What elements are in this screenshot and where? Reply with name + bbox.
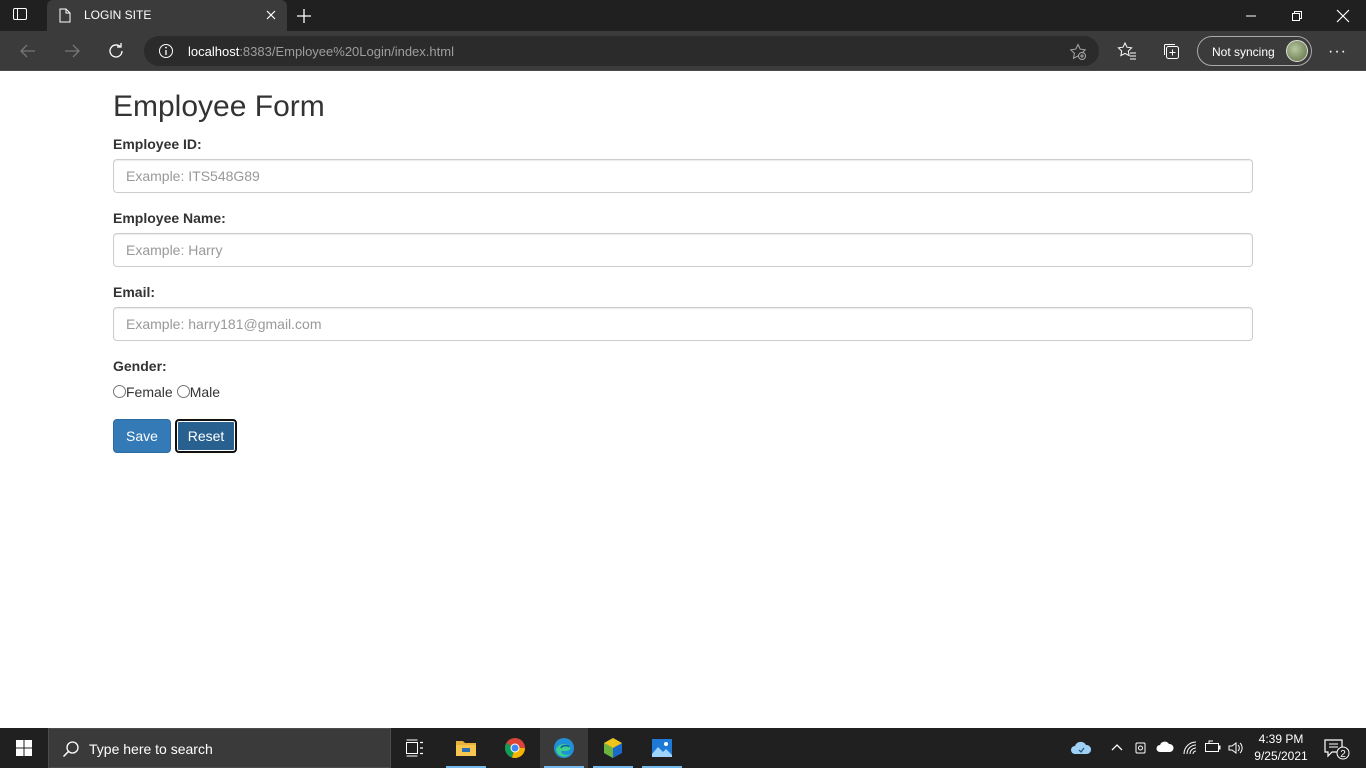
windows-start-icon[interactable]	[0, 728, 48, 768]
email-input[interactable]	[113, 307, 1253, 341]
female-radio-label: Female	[126, 384, 173, 400]
employee-name-label: Employee Name:	[113, 210, 226, 226]
address-bar[interactable]: localhost:8383/Employee%20Login/index.ht…	[144, 36, 1099, 66]
url-host: localhost	[188, 44, 240, 59]
windows-taskbar: Type here to search 4:39 PM 9/25/2021 2	[0, 728, 1366, 768]
site-info-icon[interactable]	[158, 43, 174, 64]
restore-icon[interactable]	[1274, 0, 1320, 31]
meet-now-icon[interactable]	[1134, 740, 1148, 761]
employee-id-input[interactable]	[113, 159, 1253, 193]
url-text: localhost:8383/Employee%20Login/index.ht…	[188, 44, 454, 59]
page-title: Employee Form	[113, 90, 325, 123]
clock-time: 4:39 PM	[1258, 732, 1304, 746]
profile-avatar	[1286, 40, 1308, 62]
collections-icon[interactable]	[1161, 41, 1181, 66]
taskbar-clock[interactable]: 4:39 PM 9/25/2021	[1250, 731, 1312, 765]
volume-icon[interactable]	[1227, 740, 1245, 761]
close-tab-icon[interactable]	[265, 8, 277, 26]
notifications-icon[interactable]: 2	[1324, 738, 1350, 765]
task-view-icon[interactable]	[391, 728, 439, 768]
reset-button[interactable]: Reset	[175, 419, 237, 453]
edge-icon[interactable]	[540, 728, 588, 768]
onedrive-sync-icon[interactable]	[1070, 740, 1092, 761]
add-favorite-icon[interactable]	[1069, 43, 1087, 66]
female-radio[interactable]	[113, 384, 126, 398]
url-path: :8383/Employee%20Login/index.html	[239, 44, 454, 59]
gender-label: Gender:	[113, 358, 167, 374]
page-icon	[59, 8, 71, 28]
onedrive-icon[interactable]	[1156, 740, 1174, 759]
gender-radio-group: Female Male	[113, 384, 220, 400]
employee-name-input[interactable]	[113, 233, 1253, 267]
email-label: Email:	[113, 284, 156, 300]
notification-count: 2	[1340, 749, 1346, 760]
tab-title: LOGIN SITE	[84, 8, 152, 22]
battery-icon[interactable]	[1204, 740, 1222, 759]
taskbar-search-box[interactable]: Type here to search	[48, 728, 391, 768]
favorites-icon[interactable]	[1117, 41, 1137, 66]
browser-toolbar: localhost:8383/Employee%20Login/index.ht…	[0, 31, 1366, 71]
back-icon[interactable]	[17, 40, 39, 62]
browser-titlebar: LOGIN SITE	[0, 0, 1366, 31]
profile-sync-button[interactable]: Not syncing	[1197, 36, 1312, 66]
male-radio-label: Male	[189, 384, 221, 400]
employee-id-label: Employee ID:	[113, 136, 202, 152]
minimize-icon[interactable]	[1228, 0, 1274, 31]
clock-date: 9/25/2021	[1254, 749, 1308, 763]
browser-tab-active[interactable]: LOGIN SITE	[47, 0, 287, 31]
forward-icon[interactable]	[61, 40, 83, 62]
refresh-icon[interactable]	[105, 40, 127, 62]
sync-label: Not syncing	[1212, 45, 1275, 59]
tab-actions-icon[interactable]	[12, 6, 36, 26]
search-placeholder: Type here to search	[89, 741, 213, 757]
new-tab-icon[interactable]	[294, 6, 314, 31]
page-content: Employee Form Employee ID: Employee Name…	[0, 71, 1366, 728]
search-icon	[62, 740, 80, 763]
photos-icon[interactable]	[638, 728, 686, 768]
more-options-icon[interactable]: ···	[1328, 43, 1347, 61]
male-radio[interactable]	[176, 384, 190, 398]
close-window-icon[interactable]	[1320, 0, 1366, 31]
file-explorer-icon[interactable]	[442, 728, 490, 768]
save-button[interactable]: Save	[113, 419, 171, 453]
chrome-icon[interactable]	[491, 728, 539, 768]
wifi-icon[interactable]	[1182, 740, 1198, 761]
netbeans-icon[interactable]	[589, 728, 637, 768]
show-hidden-icons-icon[interactable]	[1110, 740, 1124, 759]
